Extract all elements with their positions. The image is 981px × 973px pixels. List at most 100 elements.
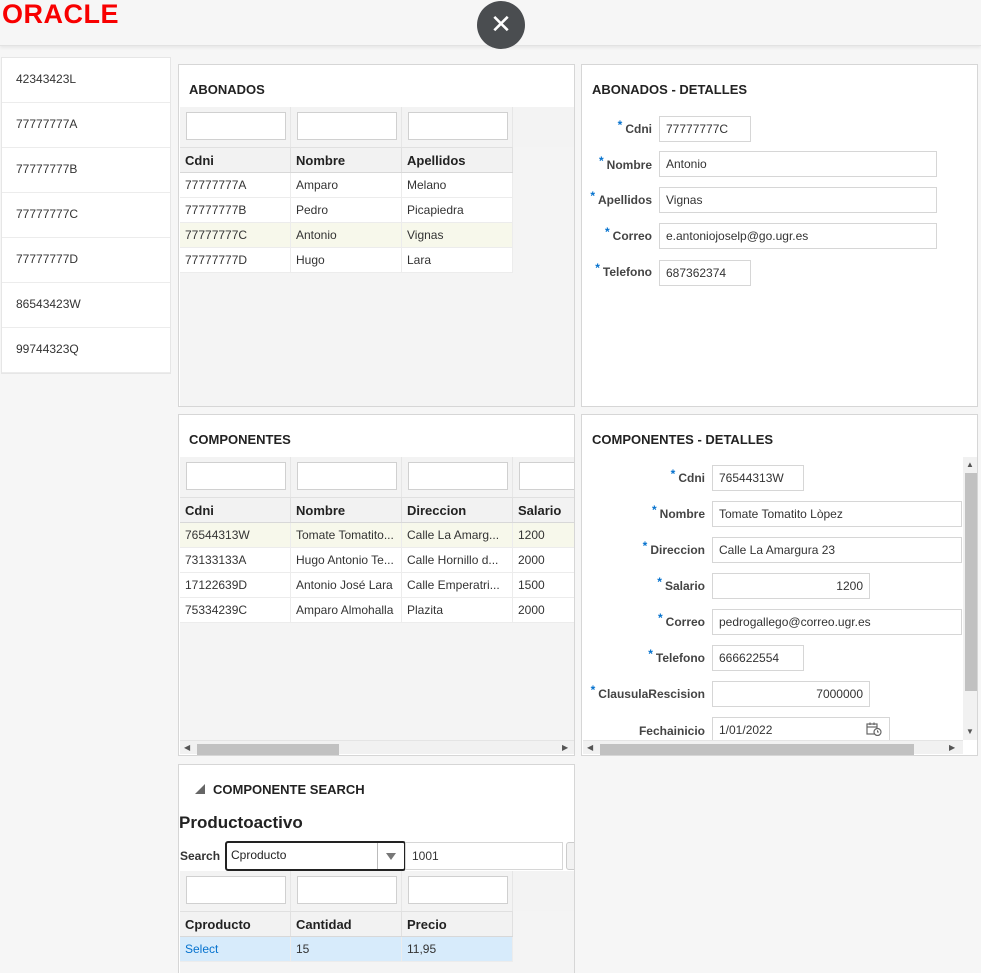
filter-input-cproducto[interactable] (186, 876, 286, 904)
table-header: Cproducto Cantidad Precio (180, 911, 513, 937)
close-button[interactable]: ✕ (477, 1, 525, 49)
filter-input-apellidos[interactable] (408, 112, 508, 140)
column-header[interactable]: Cproducto (180, 912, 291, 936)
field-label: * Telefono (595, 261, 652, 279)
field-label: * Nombre (651, 503, 705, 521)
componente-search-panel: COMPONENTE SEARCH Productoactivo Search … (178, 764, 575, 973)
field-label: * ClausulaRescision (590, 683, 705, 701)
column-header[interactable]: Precio (402, 912, 513, 936)
table-row[interactable]: 17122639D Antonio José Lara Calle Empera… (180, 573, 574, 598)
panel-title: COMPONENTE SEARCH (213, 782, 365, 797)
search-value-input[interactable]: 1001 (405, 842, 563, 870)
componentes-table: Cdni Nombre Direccion Salario 76544313W … (180, 457, 574, 740)
clausula-rescision-field[interactable]: 7000000 (712, 681, 870, 707)
abonados-panel: ABONADOS Cdni Nombre Apellidos 77777777A… (178, 64, 575, 407)
componentes-panel: COMPONENTES Cdni Nombre Direccion Salari… (178, 414, 575, 756)
column-header[interactable]: Cdni (180, 148, 291, 172)
column-header[interactable]: Nombre (291, 498, 402, 522)
panel-title: COMPONENTES (189, 432, 291, 447)
filter-input-direccion[interactable] (408, 462, 508, 490)
telefono-field[interactable]: 666622554 (712, 645, 804, 671)
sidebar-item[interactable]: 77777777A (2, 103, 170, 148)
table-row-selected[interactable]: 77777777C Antonio Vignas (180, 223, 513, 248)
scroll-left-icon[interactable]: ◀ (184, 741, 190, 755)
chevron-down-icon (386, 853, 396, 860)
apellidos-field[interactable]: Vignas (659, 187, 937, 213)
horizontal-scrollbar[interactable]: ◀ ▶ (583, 740, 963, 755)
abonados-detalles-panel: ABONADOS - DETALLES * Cdni 77777777C * Nom… (581, 64, 978, 407)
field-label: * Correo (604, 225, 652, 243)
table-row[interactable]: 77777777B Pedro Picapiedra (180, 198, 513, 223)
field-label: * Apellidos (590, 189, 652, 207)
table-header: Cdni Nombre Direccion Salario (180, 497, 574, 523)
scroll-up-icon[interactable]: ▲ (966, 460, 974, 469)
scrollbar-thumb[interactable] (197, 744, 339, 755)
productos-table: Cproducto Cantidad Precio Select 15 11,9… (180, 871, 574, 973)
table-row[interactable]: 75334239C Amparo Almohalla Plazita 2000 (180, 598, 574, 623)
scroll-right-icon[interactable]: ▶ (562, 741, 568, 755)
filter-input-cdni[interactable] (186, 112, 286, 140)
sidebar-item[interactable]: 77777777B (2, 148, 170, 193)
vertical-scrollbar[interactable]: ▲ ▼ (963, 457, 977, 740)
field-label: * Direccion (642, 539, 705, 557)
filter-input-nombre[interactable] (297, 462, 397, 490)
scroll-right-icon[interactable]: ▶ (949, 741, 955, 755)
cdni-field[interactable]: 77777777C (659, 116, 751, 142)
field-label: * Cdni (617, 118, 652, 136)
filter-input-salario[interactable] (519, 462, 574, 490)
salario-field[interactable]: 1200 (712, 573, 870, 599)
sidebar-list: 42343423L 77777777A 77777777B 77777777C … (1, 57, 171, 374)
correo-field[interactable]: pedrogallego@correo.ugr.es (712, 609, 962, 635)
column-header[interactable]: Salario (513, 498, 574, 522)
filter-row (180, 457, 574, 497)
filter-input-precio[interactable] (408, 876, 508, 904)
table-header: Cdni Nombre Apellidos (180, 147, 513, 173)
search-field-select[interactable]: Cproducto (225, 841, 406, 871)
section-heading: Productoactivo (179, 813, 303, 832)
column-header[interactable]: Cantidad (291, 912, 402, 936)
field-label: * Cdni (670, 467, 705, 485)
oracle-logo: ORACLE (2, 0, 119, 29)
field-label: * Nombre (598, 154, 652, 172)
nombre-field[interactable]: Tomate Tomatito Lòpez (712, 501, 962, 527)
column-header[interactable]: Apellidos (402, 148, 513, 172)
column-header[interactable]: Nombre (291, 148, 402, 172)
panel-title: ABONADOS - DETALLES (592, 82, 748, 97)
direccion-field[interactable]: Calle La Amargura 23 (712, 537, 962, 563)
column-header[interactable]: Direccion (402, 498, 513, 522)
calendar-icon[interactable] (866, 722, 882, 736)
collapse-triangle-icon[interactable] (195, 784, 205, 794)
sidebar-item[interactable]: 77777777D (2, 238, 170, 283)
scrollbar-thumb[interactable] (600, 744, 914, 755)
filter-row (180, 871, 574, 911)
componentes-detalles-panel: COMPONENTES - DETALLES * Cdni 76544313W *… (581, 414, 978, 756)
correo-field[interactable]: e.antoniojoselp@go.ugr.es (659, 223, 937, 249)
sidebar-item[interactable]: 86543423W (2, 283, 170, 328)
panel-title: COMPONENTES - DETALLES (592, 432, 774, 447)
scroll-down-icon[interactable]: ▼ (966, 727, 974, 736)
horizontal-scrollbar[interactable]: ◀ ▶ (180, 740, 574, 755)
filter-row (180, 107, 574, 147)
column-header[interactable]: Cdni (180, 498, 291, 522)
table-row[interactable]: 73133133A Hugo Antonio Te... Calle Horni… (180, 548, 574, 573)
field-label: * Correo (657, 611, 705, 629)
search-button[interactable] (566, 842, 574, 870)
table-row-selected[interactable]: 76544313W Tomate Tomatito... Calle La Am… (180, 523, 574, 548)
sidebar-item[interactable]: 77777777C (2, 193, 170, 238)
scroll-left-icon[interactable]: ◀ (587, 741, 593, 755)
select-link[interactable]: Select (180, 937, 291, 961)
filter-input-cantidad[interactable] (297, 876, 397, 904)
scrollbar-thumb[interactable] (965, 473, 977, 691)
filter-input-nombre[interactable] (297, 112, 397, 140)
table-row[interactable]: 77777777A Amparo Melano (180, 173, 513, 198)
cdni-field[interactable]: 76544313W (712, 465, 804, 491)
field-label: * Salario (657, 575, 705, 593)
nombre-field[interactable]: Antonio (659, 151, 937, 177)
table-row[interactable]: 77777777D Hugo Lara (180, 248, 513, 273)
sidebar-item[interactable]: 99744323Q (2, 328, 170, 373)
filter-input-cdni[interactable] (186, 462, 286, 490)
table-row-selected[interactable]: Select 15 11,95 (180, 937, 513, 962)
telefono-field[interactable]: 687362374 (659, 260, 751, 286)
search-label: Search (180, 849, 221, 863)
sidebar-item[interactable]: 42343423L (2, 58, 170, 103)
